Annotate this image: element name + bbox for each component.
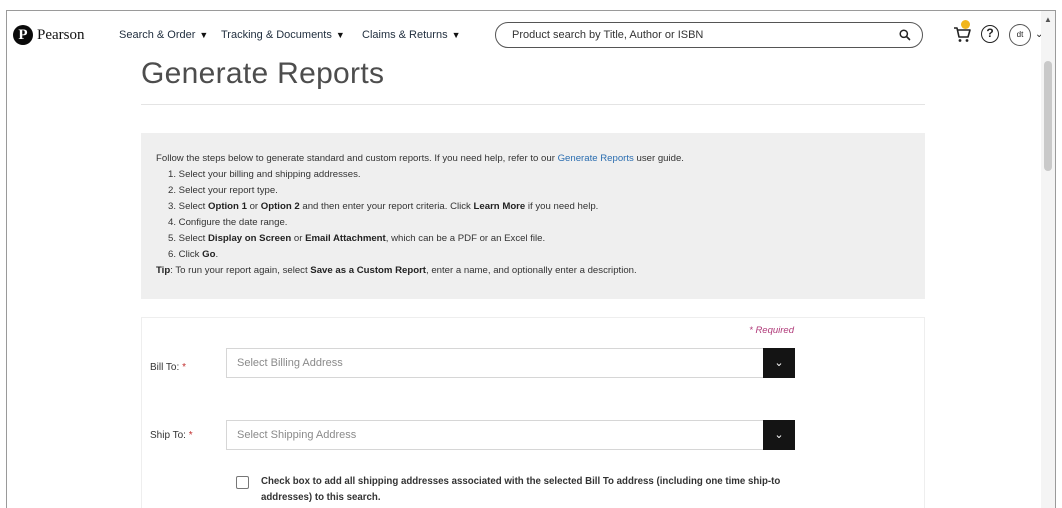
step-5: 5. Select Display on Screen or Email Att… [156,231,913,247]
chevron-down-icon[interactable]: ⌄ [763,420,795,450]
step-emphasis: Display on Screen [208,233,292,244]
bill-to-select[interactable]: Select Billing Address ⌄ [226,348,795,378]
step-text: and then enter your report criteria. Cli… [299,201,474,212]
intro-text: Follow the steps below to generate stand… [156,153,558,164]
instructions-panel: Follow the steps below to generate stand… [141,133,925,299]
step-2: 2. Select your report type. [168,185,278,196]
nav-label: Claims & Returns [362,29,448,41]
step-text: . [215,249,219,260]
step-emphasis: Option 2 [260,201,300,212]
nav-search-and-order[interactable]: Search & Order ▼ [119,29,208,41]
pearson-logo-icon: P [13,25,33,45]
ship-to-label-text: Ship To: [150,430,186,441]
help-icon[interactable]: ? [981,25,999,43]
tip-emphasis: Save as a Custom Report [310,265,426,276]
step-text: 6. Click [168,249,203,260]
bill-to-value: Select Billing Address [237,357,343,369]
step-text: 5. Select [168,233,208,244]
page-scrollbar[interactable]: ▲ [1041,11,1055,508]
page-title: Generate Reports [141,57,385,90]
scroll-up-arrow-icon[interactable]: ▲ [1044,15,1052,24]
pearson-logo[interactable]: P Pearson [13,25,85,45]
step-emphasis: Go [202,249,216,260]
step-text: or [291,233,306,244]
browser-viewport: P Pearson Search & Order ▼ Tracking & Do… [6,10,1056,508]
generate-reports-guide-link[interactable]: Generate Reports [558,153,634,164]
required-note: * Required [749,325,794,336]
cart-badge [961,20,970,29]
report-form: * Required Bill To: * Select Billing Add… [141,317,925,508]
step-3: 3. Select Option 1 or Option 2 and then … [156,199,913,215]
search-icon[interactable] [898,28,912,42]
scroll-thumb[interactable] [1044,61,1052,171]
bill-to-label-text: Bill To: [150,362,180,373]
include-all-shipping-row: Check box to add all shipping addresses … [236,474,801,506]
bill-to-label: Bill To: * [150,362,186,373]
intro-text-end: user guide. [633,153,684,164]
tip-text: , enter a name, and optionally enter a d… [426,265,637,276]
step-text: , which can be a PDF or an Excel file. [385,233,546,244]
ship-to-select[interactable]: Select Shipping Address ⌄ [226,420,795,450]
step-text: or [246,201,261,212]
step-emphasis: Email Attachment [305,233,386,244]
step-emphasis: Learn More [473,201,526,212]
nav-tracking-and-documents[interactable]: Tracking & Documents ▼ [221,29,345,41]
tip-label: Tip [156,265,171,276]
step-emphasis: Option 1 [208,201,247,212]
chevron-down-icon: ▼ [335,30,345,40]
nav-claims-and-returns[interactable]: Claims & Returns ▼ [362,29,461,41]
top-navigation: P Pearson Search & Order ▼ Tracking & Do… [7,11,1055,59]
nav-label: Tracking & Documents [221,29,332,41]
ship-to-value: Select Shipping Address [237,429,357,441]
chevron-down-icon: ▼ [451,30,461,40]
title-divider [141,104,925,105]
step-4: 4. Configure the date range. [168,217,288,228]
product-search [495,22,923,48]
search-input[interactable] [512,29,898,41]
nav-label: Search & Order [119,29,196,41]
tip: Tip: To run your report again, select Sa… [156,263,913,279]
tip-text: : To run your report again, select [170,265,311,276]
include-all-shipping-label[interactable]: Check box to add all shipping addresses … [261,474,801,506]
step-text: if you need help. [525,201,599,212]
include-all-shipping-checkbox[interactable] [236,476,249,489]
chevron-down-icon[interactable]: ⌄ [763,348,795,378]
instructions-intro: Follow the steps below to generate stand… [156,151,913,167]
required-star: * [188,430,193,441]
step-text: 3. Select [168,201,208,212]
ship-to-label: Ship To: * [150,430,193,441]
user-avatar[interactable]: dt [1009,24,1031,46]
step-6: 6. Click Go. [156,247,913,263]
logo-text: Pearson [37,26,85,43]
step-1: 1. Select your billing and shipping addr… [168,169,361,180]
required-star: * [182,362,186,373]
chevron-down-icon: ▼ [199,30,209,40]
